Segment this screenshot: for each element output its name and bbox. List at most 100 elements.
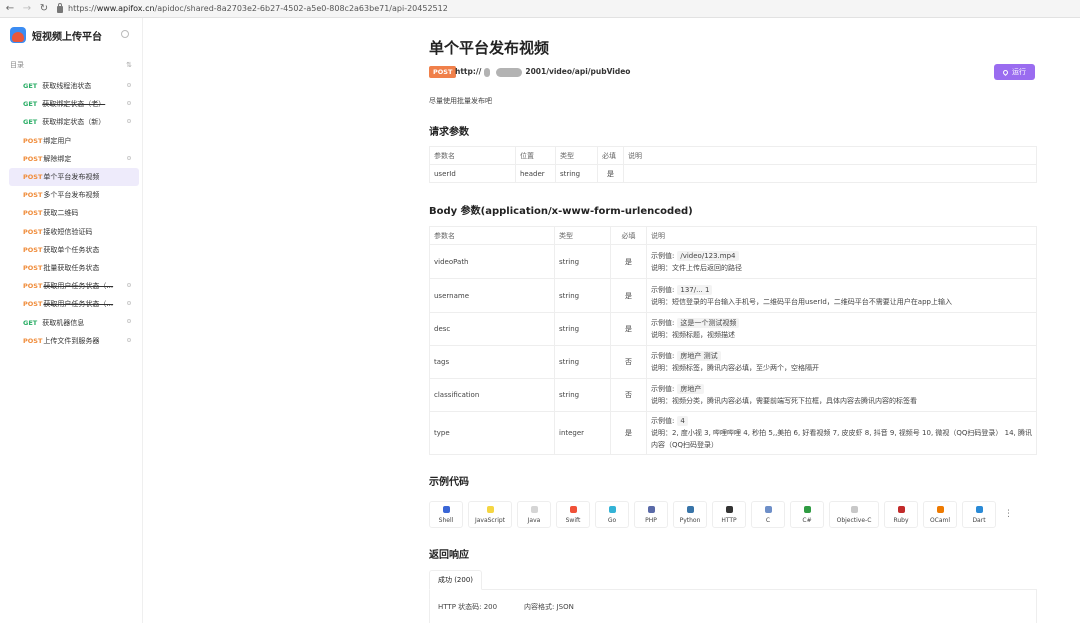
code-lang-label: Objective-C	[836, 517, 872, 524]
code-lang-c[interactable]: C	[751, 501, 785, 528]
code-lang-label: PHP	[645, 517, 657, 524]
code-lang-objective-c[interactable]: Objective-C	[829, 501, 879, 528]
address-bar[interactable]: https://www.apifox.cn/apidoc/shared-8a27…	[68, 4, 448, 13]
code-lang-http[interactable]: HTTP	[712, 501, 746, 528]
example-label: 示例值:	[651, 285, 675, 294]
reload-icon[interactable]: ↻	[37, 3, 51, 14]
sidebar-item[interactable]: POST 获取单个任务状态	[9, 241, 139, 259]
table-row: tags string 否示例值: 房地产 测试 说明：视频标签，腾讯内容必填，至少两个…	[429, 345, 1037, 379]
sidebar-item-label: 获取二维码	[43, 209, 79, 218]
sidebar-item-label: 获取用户任务状态（...	[43, 282, 114, 291]
swift-icon	[569, 506, 577, 513]
sidebar-item-label: 解除绑定	[43, 154, 72, 163]
table-header-row: 参数名 类型 必填 说明	[429, 226, 1037, 245]
response-panel: HTTP 状态码: 200 内容格式: JSON	[429, 589, 1037, 623]
code-lang-ruby[interactable]: Ruby	[884, 501, 918, 528]
param-desc: 示例值: 这是一个测试视频 说明：视频标题，视频描述	[646, 312, 1037, 346]
param-name: username	[429, 278, 555, 313]
example-value: 4	[677, 416, 688, 426]
description-line: 说明：视频分类，腾讯内容必填，需要前端写死下拉框，具体内容去腾讯内容的标签看	[651, 397, 917, 405]
column-header: 参数名	[429, 146, 516, 165]
code-lang-label: OCaml	[929, 517, 951, 524]
sidebar-item-label: 批量获取任务状态	[43, 263, 100, 272]
sidebar-item[interactable]: GET 获取线程池状态	[9, 77, 139, 95]
code-lang-php[interactable]: PHP	[634, 501, 668, 528]
code-lang-csharp[interactable]: C#	[790, 501, 824, 528]
forward-icon[interactable]: →	[20, 3, 34, 14]
shell-icon	[442, 506, 450, 513]
example-line: 示例值: 这是一个测试视频	[651, 317, 1032, 329]
sidebar-item[interactable]: GET 获取机器信息	[9, 313, 139, 331]
sidebar-item[interactable]: GET 获取绑定状态（老）	[9, 95, 139, 113]
sidebar-item-label: 获取单个任务状态	[43, 245, 100, 254]
java-icon	[530, 506, 538, 513]
code-lang-ocaml[interactable]: OCaml	[923, 501, 957, 528]
description-line: 说明：短信登录的平台输入手机号，二维码平台用userId，二维码平台不需要让用户…	[651, 297, 952, 306]
http-icon	[725, 506, 733, 513]
column-header: 必填	[597, 146, 624, 165]
sidebar-item[interactable]: POST 多个平台发布视频	[9, 186, 139, 204]
code-lang-shell[interactable]: Shell	[429, 501, 463, 528]
run-button[interactable]: 运行	[994, 64, 1035, 80]
toc-header: 目录 ⇅	[0, 58, 142, 71]
param-type: string	[554, 312, 611, 346]
sidebar-item[interactable]: POST 接收短信验证码	[9, 223, 139, 241]
lock-icon	[57, 3, 63, 13]
sidebar-item-label: 获取绑定状态（老）	[42, 100, 106, 109]
sidebar-item[interactable]: POST 批量获取任务状态	[9, 259, 139, 277]
tab-success-200[interactable]: 成功 (200)	[429, 570, 482, 590]
status-dot-icon	[127, 155, 131, 160]
sidebar-item[interactable]: POST 获取二维码	[9, 204, 139, 222]
ruby-icon	[897, 506, 905, 513]
status-dot-icon	[127, 83, 131, 87]
example-line: 示例值: 137/... 1	[651, 284, 1032, 296]
param-name: desc	[429, 312, 555, 346]
code-lang-label: JavaScript	[474, 517, 506, 524]
dart-icon	[975, 506, 983, 513]
code-lang-go[interactable]: Go	[595, 501, 629, 528]
sidebar-item[interactable]: POST 绑定用户	[9, 132, 139, 150]
param-type: string	[554, 378, 611, 412]
back-icon[interactable]: ←	[3, 3, 17, 14]
sidebar-item[interactable]: POST 上传文件到服务器	[9, 332, 139, 350]
example-label: 示例值:	[651, 385, 675, 393]
sort-icon[interactable]: ⇅	[126, 61, 132, 69]
table-row: type integer 是示例值: 4 说明：2, 度小视 3, 哔哩哔哩 4, 秒拍…	[429, 411, 1037, 455]
sidebar-item[interactable]: POST 单个平台发布视频	[9, 167, 139, 187]
sidebar-item-label: 获取线程池状态	[42, 82, 92, 91]
status-dot-icon	[127, 283, 131, 288]
param-required: 是	[597, 164, 624, 183]
method-tag: GET	[23, 100, 38, 109]
c-icon	[764, 506, 772, 513]
method-tag: POST	[23, 136, 43, 145]
param-name: userId	[429, 164, 516, 183]
example-value: 137/... 1	[677, 284, 713, 295]
sidebar-item[interactable]: POST 获取用户任务状态（...	[9, 295, 139, 313]
search-icon[interactable]	[121, 30, 129, 38]
code-lang-javascript[interactable]: JavaScript	[468, 501, 512, 528]
code-lang-label: Python	[679, 517, 701, 524]
redacted-block	[496, 67, 523, 77]
param-type: string	[555, 164, 598, 183]
param-type: integer	[554, 411, 611, 455]
url-path: /apidoc/shared-8a2703e2-6b27-4502-a5e0-8…	[154, 4, 448, 13]
method-tag: POST	[23, 191, 43, 200]
code-lang-dart[interactable]: Dart	[962, 501, 996, 528]
sidebar-item-label: 获取用户任务状态（...	[43, 300, 114, 309]
code-lang-python[interactable]: Python	[673, 501, 707, 528]
column-header: 说明	[646, 226, 1037, 245]
code-lang-label: HTTP	[721, 517, 737, 524]
status-dot-icon	[127, 301, 131, 306]
more-options-icon[interactable]: ⋮	[1004, 501, 1013, 528]
example-value: /video/123.mp4	[677, 250, 739, 261]
code-lang-label: Shell	[438, 517, 454, 524]
code-lang-java[interactable]: Java	[517, 501, 551, 528]
code-lang-swift[interactable]: Swift	[556, 501, 590, 528]
sidebar-item[interactable]: GET 获取绑定状态（新）	[9, 113, 139, 131]
param-name: classification	[429, 378, 555, 412]
sidebar-item-label: 接收短信验证码	[43, 227, 93, 236]
param-location: header	[515, 164, 556, 183]
sidebar-item[interactable]: POST 获取用户任务状态（...	[9, 277, 139, 295]
sidebar-item[interactable]: POST 解除绑定	[9, 150, 139, 168]
table-row: videoPath string 是示例值:/video/123.mp4 说明：文件上…	[429, 244, 1037, 279]
